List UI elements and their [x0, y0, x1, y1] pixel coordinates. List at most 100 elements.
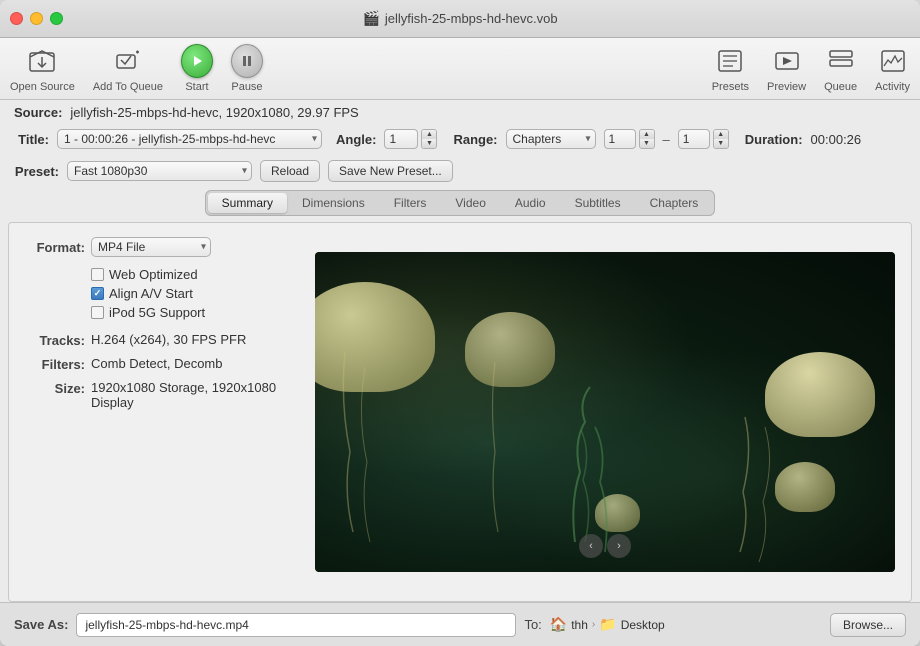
tab-subtitles[interactable]: Subtitles: [561, 193, 635, 213]
toolbar: Open Source Add To Queue: [0, 38, 920, 100]
angle-input[interactable]: 1: [384, 129, 418, 149]
open-source-icon: [26, 45, 58, 77]
activity-button[interactable]: Activity: [875, 45, 910, 93]
web-optimized-label: Web Optimized: [109, 267, 198, 282]
save-as-input[interactable]: [76, 613, 516, 637]
activity-icon: [877, 45, 909, 77]
range-type-select[interactable]: Chapters: [506, 129, 596, 149]
ipod-label: iPod 5G Support: [109, 305, 205, 320]
tracks-label: Tracks:: [25, 332, 85, 348]
pause-button[interactable]: Pause: [231, 45, 263, 93]
jellyfish-1: [315, 282, 435, 392]
path-folder: Desktop: [621, 618, 665, 632]
activity-label: Activity: [875, 81, 910, 93]
align-av-label: Align A/V Start: [109, 286, 193, 301]
jellyfish-2: [465, 312, 555, 387]
range-dash: –: [663, 132, 670, 147]
angle-up[interactable]: ▲: [422, 130, 436, 139]
angle-down[interactable]: ▼: [422, 139, 436, 148]
tabs-container: Summary Dimensions Filters Video Audio S…: [205, 190, 716, 216]
filters-info-row: Filters: Comb Detect, Decomb: [25, 356, 283, 372]
browse-button[interactable]: Browse...: [830, 613, 906, 637]
tab-filters[interactable]: Filters: [380, 193, 441, 213]
filters-info-value: Comb Detect, Decomb: [91, 356, 283, 371]
range-start-stepper[interactable]: ▲ ▼: [639, 129, 655, 149]
tab-audio[interactable]: Audio: [501, 193, 560, 213]
preview-panel: ‹ ›: [299, 223, 911, 601]
presets-icon: [714, 45, 746, 77]
summary-left-panel: Format: MP4 File Web Optimized Align A/V…: [9, 223, 299, 601]
title-select[interactable]: 1 - 00:00:26 - jellyfish-25-mbps-hd-hevc: [57, 129, 322, 149]
tab-video[interactable]: Video: [441, 193, 499, 213]
filters-info-label: Filters:: [25, 356, 85, 372]
source-value: jellyfish-25-mbps-hd-hevc, 1920x1080, 29…: [70, 105, 358, 120]
tracks-value: H.264 (x264), 30 FPS PFR: [91, 332, 283, 347]
queue-button[interactable]: Queue: [824, 45, 857, 93]
tab-dimensions[interactable]: Dimensions: [288, 193, 379, 213]
angle-stepper[interactable]: ▲ ▼: [421, 129, 437, 149]
open-source-label: Open Source: [10, 81, 75, 93]
start-button[interactable]: Start: [181, 45, 213, 93]
reload-button[interactable]: Reload: [260, 160, 320, 182]
angle-control: 1 ▲ ▼: [384, 129, 437, 149]
minimize-button[interactable]: [30, 12, 43, 25]
range-start-down[interactable]: ▼: [640, 139, 654, 148]
jellyfish-background: ‹ ›: [315, 252, 895, 572]
web-optimized-row: Web Optimized: [25, 267, 283, 282]
ipod-checkbox[interactable]: [91, 306, 104, 319]
preset-select[interactable]: Fast 1080p30: [67, 161, 252, 181]
add-to-queue-button[interactable]: Add To Queue: [93, 45, 163, 93]
next-frame-button[interactable]: ›: [607, 534, 631, 558]
angle-label: Angle:: [336, 132, 376, 147]
add-to-queue-label: Add To Queue: [93, 81, 163, 93]
title-row: Title: 1 - 00:00:26 - jellyfish-25-mbps-…: [0, 127, 920, 156]
preview-navigation: ‹ ›: [579, 534, 631, 558]
pause-label: Pause: [231, 81, 262, 93]
close-button[interactable]: [10, 12, 23, 25]
size-label: Size:: [25, 380, 85, 396]
main-content: Format: MP4 File Web Optimized Align A/V…: [8, 222, 912, 602]
preview-button[interactable]: Preview: [767, 45, 806, 93]
format-select[interactable]: MP4 File: [91, 237, 211, 257]
main-window: 🎬 jellyfish-25-mbps-hd-hevc.vob Open Sou…: [0, 0, 920, 646]
jellyfish-3: [765, 352, 875, 437]
align-av-checkbox[interactable]: [91, 287, 104, 300]
presets-label: Presets: [712, 81, 749, 93]
home-icon: 🏠: [550, 616, 567, 633]
range-start-input[interactable]: 1: [604, 129, 636, 149]
title-label: Title:: [14, 132, 49, 147]
tracks-row: Tracks: H.264 (x264), 30 FPS PFR: [25, 332, 283, 348]
prev-frame-button[interactable]: ‹: [579, 534, 603, 558]
queue-label: Queue: [824, 81, 857, 93]
tab-chapters[interactable]: Chapters: [636, 193, 713, 213]
path-home: thh: [571, 618, 588, 632]
range-type-wrap: Chapters: [506, 129, 596, 149]
titlebar: 🎬 jellyfish-25-mbps-hd-hevc.vob: [0, 0, 920, 38]
range-end-control: 1 ▲ ▼: [678, 129, 729, 149]
open-source-button[interactable]: Open Source: [10, 45, 75, 93]
maximize-button[interactable]: [50, 12, 63, 25]
format-label: Format:: [25, 239, 85, 255]
save-new-preset-button[interactable]: Save New Preset...: [328, 160, 453, 182]
range-end-input[interactable]: 1: [678, 129, 710, 149]
web-optimized-checkbox[interactable]: [91, 268, 104, 281]
preview-icon: [771, 45, 803, 77]
film-icon: 🎬: [362, 10, 379, 27]
range-end-stepper[interactable]: ▲ ▼: [713, 129, 729, 149]
preset-row: Preset: Fast 1080p30 Reload Save New Pre…: [0, 156, 920, 186]
range-end-down[interactable]: ▼: [714, 139, 728, 148]
window-controls: [10, 12, 63, 25]
save-bar: Save As: To: 🏠 thh › 📁 Desktop Browse...: [0, 602, 920, 646]
range-start-up[interactable]: ▲: [640, 130, 654, 139]
ipod-row: iPod 5G Support: [25, 305, 283, 320]
size-row: Size: 1920x1080 Storage, 1920x1080 Displ…: [25, 380, 283, 410]
folder-icon: 📁: [599, 616, 616, 633]
source-row: Source: jellyfish-25-mbps-hd-hevc, 1920x…: [0, 100, 920, 127]
tab-summary[interactable]: Summary: [208, 193, 287, 213]
range-start-control: 1 ▲ ▼: [604, 129, 655, 149]
source-label: Source:: [14, 105, 62, 120]
add-to-queue-icon: [112, 45, 144, 77]
presets-button[interactable]: Presets: [712, 45, 749, 93]
range-end-up[interactable]: ▲: [714, 130, 728, 139]
size-value: 1920x1080 Storage, 1920x1080 Display: [91, 380, 283, 410]
